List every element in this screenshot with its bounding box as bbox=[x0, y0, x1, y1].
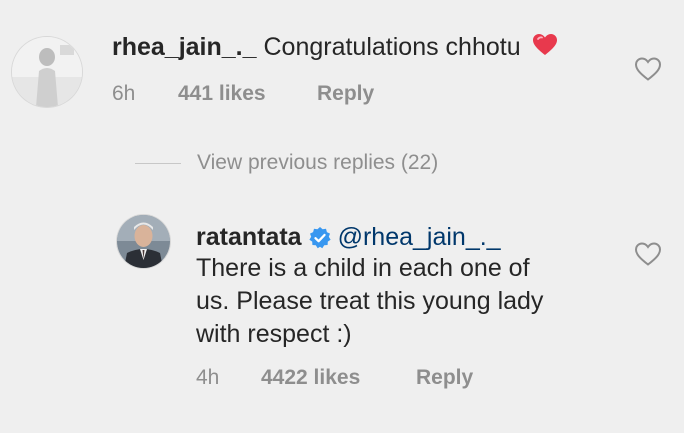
comment2-text-line-1: There is a child in each one of bbox=[196, 254, 530, 282]
comment2-time: 4h bbox=[196, 366, 220, 389]
comment2-like-icon[interactable] bbox=[634, 241, 662, 267]
comment2-header-line: ratantata @rhea_jain_._ bbox=[196, 222, 501, 252]
view-previous-replies[interactable]: View previous replies (22) bbox=[135, 150, 438, 176]
comment2-mention[interactable]: @rhea_jain_._ bbox=[338, 223, 501, 251]
comment2-text-line-2: us. Please treat this young lady bbox=[196, 287, 544, 315]
comment2-text-line-3: with respect :) bbox=[196, 320, 352, 348]
view-previous-replies-label[interactable]: View previous replies (22) bbox=[197, 151, 438, 175]
comment2-reply-button[interactable]: Reply bbox=[416, 366, 473, 390]
comment1-time: 6h bbox=[112, 82, 136, 105]
comment1-like-icon[interactable] bbox=[634, 56, 662, 82]
verified-badge-icon bbox=[308, 227, 331, 249]
comment1-text-line: rhea_jain_._ Congratulations chhotu bbox=[112, 32, 558, 62]
comment1-text: Congratulations chhotu bbox=[263, 33, 521, 61]
divider-line bbox=[135, 162, 181, 164]
avatar-ratantata[interactable] bbox=[117, 215, 170, 268]
comment2-username[interactable]: ratantata bbox=[196, 223, 302, 251]
comment1-username[interactable]: rhea_jain_._ bbox=[112, 33, 257, 61]
avatar-rhea-jain[interactable] bbox=[12, 37, 82, 107]
comment2-likes[interactable]: 4422 likes bbox=[261, 366, 360, 390]
comment1-meta: 6h 441 likes Reply bbox=[112, 82, 412, 108]
comment1-reply-button[interactable]: Reply bbox=[317, 82, 374, 106]
heart-emoji-icon bbox=[532, 34, 557, 55]
comment1-likes[interactable]: 441 likes bbox=[178, 82, 266, 106]
comment2-meta: 4h 4422 likes Reply bbox=[196, 366, 496, 392]
